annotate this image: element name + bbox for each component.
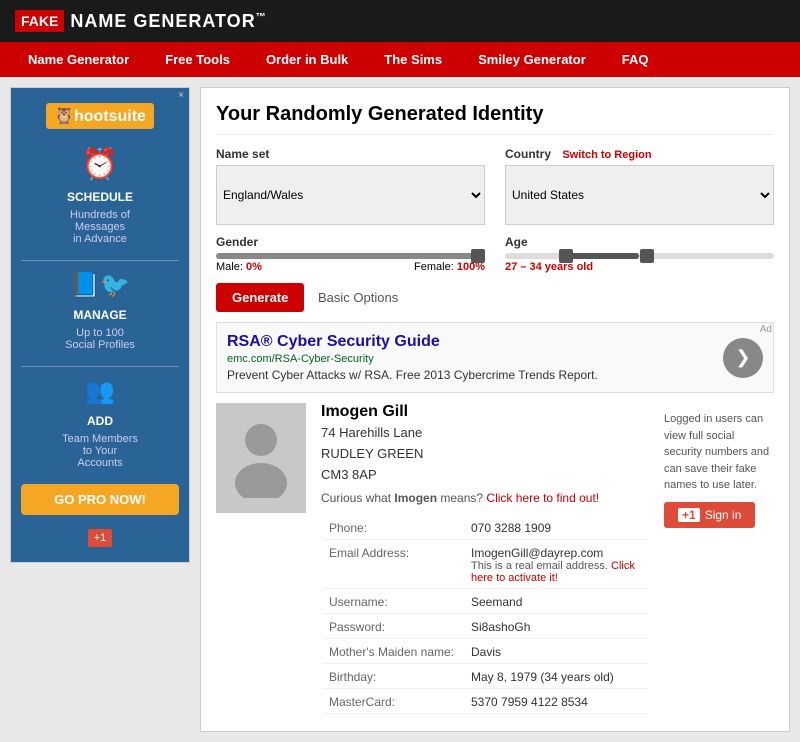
ad-label: Ad xyxy=(760,324,772,335)
age-labels: 27 – 34 years old xyxy=(505,261,774,273)
ad-banner-desc: Prevent Cyber Attacks w/ RSA. Free 2013 … xyxy=(227,368,713,382)
profile-section: Imogen Gill 74 Harehills Lane RUDLEY GRE… xyxy=(216,403,774,716)
divider xyxy=(21,260,179,261)
country-label: Country Switch to Region xyxy=(505,147,774,161)
password-value: Si8ashoGh xyxy=(465,616,647,639)
curious-line: Curious what Imogen means? Click here to… xyxy=(321,491,649,505)
button-row: Generate Basic Options xyxy=(216,283,774,312)
content-area: Your Randomly Generated Identity Name se… xyxy=(200,87,790,732)
ad-box: × 🦉hootsuite ⏰ SCHEDULE Hundreds of Mess… xyxy=(10,87,190,563)
form-row: Name set Croatian Czech Danish Dutch Eng… xyxy=(216,147,774,225)
main-container: × 🦉hootsuite ⏰ SCHEDULE Hundreds of Mess… xyxy=(0,77,800,742)
add-sub: Team Members to Your Accounts xyxy=(21,433,179,469)
sidebar-ad: × 🦉hootsuite ⏰ SCHEDULE Hundreds of Mess… xyxy=(10,87,190,732)
birthday-label: Birthday: xyxy=(323,666,463,689)
username-label: Username: xyxy=(323,591,463,614)
profile-details: Imogen Gill 74 Harehills Lane RUDLEY GRE… xyxy=(321,403,649,716)
social-icons: 📘🐦 xyxy=(21,271,179,300)
table-row: Phone: 070 3288 1909 xyxy=(323,517,647,540)
gplus-badge: +1 xyxy=(88,529,113,547)
nav-order-bulk[interactable]: Order in Bulk xyxy=(248,42,366,77)
maiden-value: Davis xyxy=(465,641,647,664)
nav-bar: Name Generator Free Tools Order in Bulk … xyxy=(0,42,800,77)
basic-options-button[interactable]: Basic Options xyxy=(318,290,398,305)
email-cell: ImogenGill@dayrep.com This is a real ema… xyxy=(465,542,647,589)
slider-row: Gender Male: 0% Female: 100% xyxy=(216,235,774,273)
switch-region-link[interactable]: Switch to Region xyxy=(562,149,651,161)
table-row: Birthday: May 8, 1979 (34 years old) xyxy=(323,666,647,689)
hootsuite-logo: 🦉hootsuite xyxy=(46,103,154,129)
gender-track[interactable] xyxy=(216,253,485,259)
mastercard-label: MasterCard: xyxy=(323,691,463,714)
divider2 xyxy=(21,366,179,367)
table-row: Username: Seemand xyxy=(323,591,647,614)
birthday-value: May 8, 1979 (34 years old) xyxy=(465,666,647,689)
gender-label: Gender xyxy=(216,235,485,249)
age-slider xyxy=(505,253,774,259)
nameset-select[interactable]: Croatian Czech Danish Dutch England/Wale… xyxy=(216,165,485,225)
male-label: Male: 0% xyxy=(216,261,262,273)
ad-arrow-icon[interactable]: ❯ xyxy=(723,338,763,378)
nameset-label: Name set xyxy=(216,147,485,161)
login-promo-text: Logged in users can view full social sec… xyxy=(664,411,774,494)
email-note: This is a real email address. Click here… xyxy=(471,560,641,584)
age-group: Age 27 – 34 years old xyxy=(505,235,774,273)
profile-name: Imogen Gill xyxy=(321,403,649,421)
generate-button[interactable]: Generate xyxy=(216,283,304,312)
table-row: MasterCard: 5370 7959 4122 8534 xyxy=(323,691,647,714)
gender-thumb[interactable] xyxy=(471,249,485,263)
gender-labels: Male: 0% Female: 100% xyxy=(216,261,485,273)
close-icon[interactable]: × xyxy=(178,90,184,101)
gplus-icon: +1 xyxy=(678,508,700,522)
mastercard-value: 5370 7959 4122 8534 xyxy=(465,691,647,714)
table-row: Password: Si8ashoGh xyxy=(323,616,647,639)
profile-table: Phone: 070 3288 1909 Email Address: Imog… xyxy=(321,515,649,716)
ad-banner-url: emc.com/RSA-Cyber-Security xyxy=(227,353,713,365)
username-value: Seemand xyxy=(465,591,647,614)
nav-name-generator[interactable]: Name Generator xyxy=(10,42,147,77)
people-icon: 👥 xyxy=(21,377,179,406)
age-track[interactable] xyxy=(505,253,774,259)
ad-banner-title[interactable]: RSA® Cyber Security Guide xyxy=(227,333,713,351)
gender-group: Gender Male: 0% Female: 100% xyxy=(216,235,485,273)
logo-fake-badge: FAKE xyxy=(15,10,64,32)
login-promo-col: Logged in users can view full social sec… xyxy=(664,403,774,716)
ad-banner: RSA® Cyber Security Guide emc.com/RSA-Cy… xyxy=(216,322,774,393)
profile-address: 74 Harehills Lane RUDLEY GREEN CM3 8AP xyxy=(321,423,649,485)
age-range-label: 27 – 34 years old xyxy=(505,261,593,273)
curious-link[interactable]: Click here to find out! xyxy=(486,491,599,505)
table-row: Email Address: ImogenGill@dayrep.com Thi… xyxy=(323,542,647,589)
schedule-sub: Hundreds of Messages in Advance xyxy=(21,209,179,245)
nav-faq[interactable]: FAQ xyxy=(604,42,667,77)
age-thumb-left[interactable] xyxy=(559,249,573,263)
nameset-group: Name set Croatian Czech Danish Dutch Eng… xyxy=(216,147,485,225)
gender-slider xyxy=(216,253,485,259)
avatar-placeholder xyxy=(216,403,306,513)
country-group: Country Switch to Region Switzerland Tun… xyxy=(505,147,774,225)
page-title: Your Randomly Generated Identity xyxy=(216,103,774,135)
manage-sub: Up to 100 Social Profiles xyxy=(21,327,179,351)
manage-title: MANAGE xyxy=(21,308,179,322)
age-label: Age xyxy=(505,235,774,249)
gopro-button[interactable]: GO PRO NOW! xyxy=(21,484,179,515)
nav-the-sims[interactable]: The Sims xyxy=(366,42,460,77)
header: FAKE NAME GENERATOR™ xyxy=(0,0,800,42)
nav-smiley[interactable]: Smiley Generator xyxy=(460,42,604,77)
add-title: ADD xyxy=(21,414,179,428)
country-select[interactable]: Switzerland Tunisia United Kingdom Unite… xyxy=(505,165,774,225)
nav-free-tools[interactable]: Free Tools xyxy=(147,42,248,77)
password-label: Password: xyxy=(323,616,463,639)
clock-icon: ⏰ xyxy=(21,147,179,182)
maiden-label: Mother's Maiden name: xyxy=(323,641,463,664)
ad-banner-text: RSA® Cyber Security Guide emc.com/RSA-Cy… xyxy=(227,333,713,382)
avatar-silhouette xyxy=(231,418,291,498)
logo-text: NAME GENERATOR™ xyxy=(70,11,266,32)
schedule-title: SCHEDULE xyxy=(21,190,179,204)
table-row: Mother's Maiden name: Davis xyxy=(323,641,647,664)
phone-label: Phone: xyxy=(323,517,463,540)
phone-value: 070 3288 1909 xyxy=(465,517,647,540)
email-label: Email Address: xyxy=(323,542,463,589)
age-thumb-right[interactable] xyxy=(640,249,654,263)
signin-button[interactable]: +1 Sign in xyxy=(664,502,755,528)
